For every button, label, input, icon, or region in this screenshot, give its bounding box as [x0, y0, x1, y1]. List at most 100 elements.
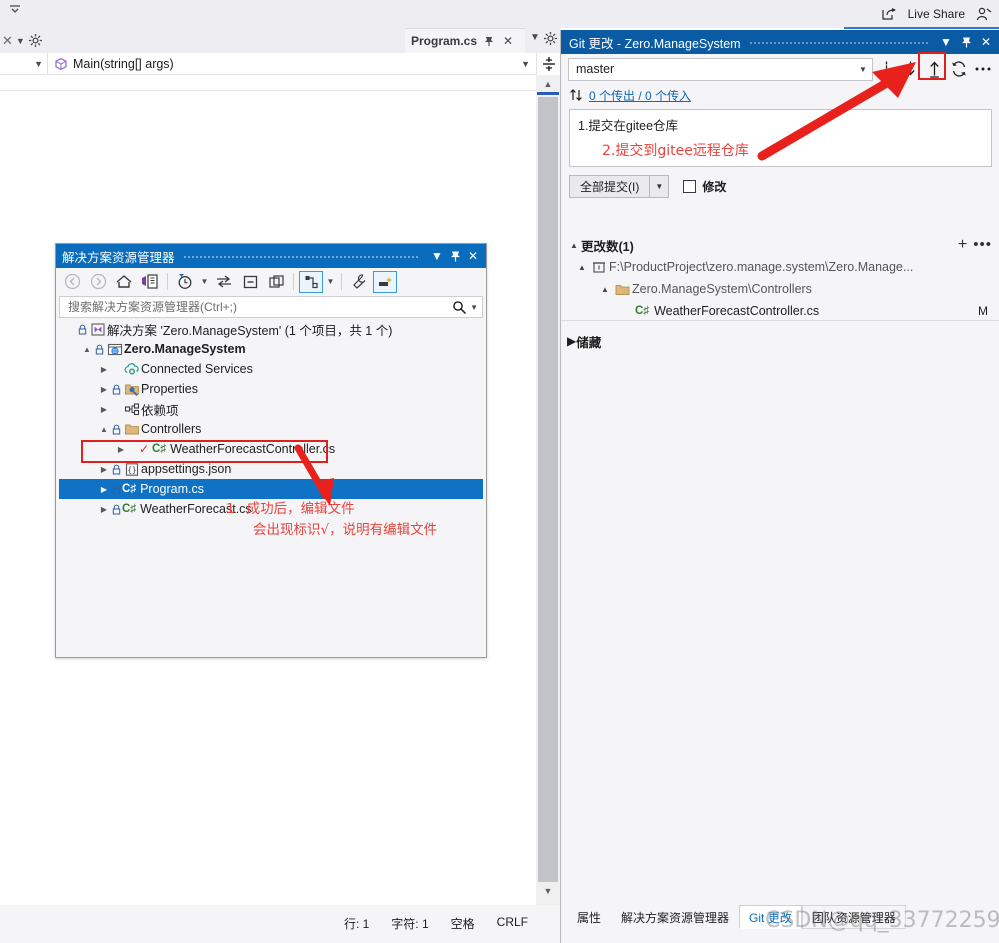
- switch-views-icon[interactable]: [212, 271, 236, 293]
- pin-icon[interactable]: [446, 245, 464, 267]
- tool-window-tab-0[interactable]: 属性: [567, 905, 611, 929]
- forward-icon[interactable]: [86, 271, 110, 293]
- close-icon[interactable]: ✕: [2, 33, 13, 49]
- tree-item-weatherforecastcontroller-cs[interactable]: ▶ ✓ C♯ WeatherForecastController.cs: [59, 439, 483, 459]
- close-icon[interactable]: ✕: [464, 245, 482, 267]
- tree-item-label: Connected Services: [141, 362, 253, 376]
- tree-item-controllers[interactable]: ▲ Controllers: [59, 419, 483, 439]
- editor-split-button[interactable]: [536, 53, 560, 75]
- status-spaces[interactable]: 空格: [451, 915, 475, 932]
- status-eol[interactable]: CRLF: [497, 915, 528, 932]
- gear-icon[interactable]: [28, 33, 43, 48]
- scrollbar-thumb[interactable]: [538, 97, 558, 882]
- pin-icon[interactable]: [956, 31, 976, 53]
- csdn-watermark: CSDN@qq_33772259: [765, 908, 999, 933]
- properties-folder-icon: [122, 382, 141, 397]
- folder-path-row[interactable]: ▲ Zero.ManageSystem\Controllers: [598, 278, 999, 300]
- scroll-up-arrow-icon[interactable]: ▲: [536, 75, 560, 93]
- tool-window-tab-1[interactable]: 解决方案资源管理器: [611, 905, 739, 929]
- sync-glyph: [951, 61, 966, 77]
- tree-item--[interactable]: ▶ 依赖项: [59, 399, 483, 419]
- windows-glyph: [268, 274, 284, 288]
- add-icon[interactable]: +: [958, 237, 967, 253]
- amend-checkbox-group[interactable]: 修改: [683, 178, 726, 195]
- show-all-files-icon[interactable]: [299, 270, 323, 293]
- window-menu-chevron-icon[interactable]: ▼: [936, 31, 956, 53]
- back-icon[interactable]: [60, 271, 84, 293]
- live-share-group[interactable]: Live Share: [882, 0, 993, 28]
- tree-item-appsettings-json[interactable]: ▶ {} appsettings.json: [59, 459, 483, 479]
- home-icon[interactable]: [112, 271, 136, 293]
- expander-expand-icon[interactable]: ▶: [567, 334, 576, 348]
- sync-icon[interactable]: [948, 57, 970, 81]
- tab-settings-gear-icon[interactable]: [543, 31, 559, 47]
- expander-expand-icon[interactable]: ▶: [114, 445, 128, 454]
- add-person-icon[interactable]: [975, 7, 993, 22]
- tree-item-properties[interactable]: ▶ Properties: [59, 379, 483, 399]
- search-icon[interactable]: [452, 300, 467, 315]
- scroll-down-arrow-icon[interactable]: ▼: [536, 882, 560, 900]
- csharp-icon: C♯: [122, 503, 137, 515]
- close-icon[interactable]: ✕: [501, 34, 515, 48]
- search-input[interactable]: [66, 299, 453, 315]
- scrollbar-position-marker: [537, 92, 559, 95]
- member-dropdown[interactable]: Main(string[] args) ▼: [48, 53, 536, 74]
- tree-item--zero-managesystem-1-1-[interactable]: 解决方案 'Zero.ManageSystem' (1 个项目，共 1 个): [59, 319, 483, 339]
- repository-icon: [589, 260, 609, 274]
- collapse-all-icon[interactable]: [238, 271, 262, 293]
- solution-explorer-window: 解决方案资源管理器 ▼ ✕ ▼ ▼ 搜索解决方案资源管理器(Ctrl+;) ▼ …: [55, 243, 487, 658]
- git-changes-title: Git 更改 - Zero.ManageSystem: [569, 36, 741, 51]
- more-options-icon[interactable]: •••: [973, 237, 992, 252]
- tree-item-label: 依赖项: [141, 403, 179, 418]
- expander-collapse-icon[interactable]: ▲: [567, 241, 581, 250]
- solution-explorer-search[interactable]: ▼: [59, 296, 483, 318]
- properties-window-icon[interactable]: [264, 271, 288, 293]
- pin-icon[interactable]: [482, 34, 496, 48]
- toolbar-separator: [293, 273, 294, 290]
- repo-path-row[interactable]: ▲ F:\ProductProject\zero.manage.system\Z…: [575, 256, 999, 278]
- preview-selected-items-icon[interactable]: [373, 270, 397, 293]
- expander-collapse-icon[interactable]: ▲: [97, 425, 111, 434]
- pending-changes-icon[interactable]: [173, 271, 197, 293]
- type-dropdown[interactable]: ▼: [0, 53, 48, 74]
- titlebar-drag-dots: [182, 244, 420, 268]
- expander-expand-icon[interactable]: ▶: [97, 485, 111, 494]
- home-glyph: [116, 275, 132, 288]
- menu-overflow-chevron-icon[interactable]: [8, 4, 26, 22]
- expander-expand-icon[interactable]: ▶: [97, 405, 111, 414]
- tree-item-connected-services[interactable]: ▶ Connected Services: [59, 359, 483, 379]
- stash-section-header[interactable]: ▶ 储藏: [561, 330, 999, 352]
- show-all-files-glyph: [305, 275, 318, 288]
- forward-glyph: [90, 273, 106, 290]
- solution-explorer-toolbar: ▼ ▼: [56, 268, 486, 295]
- more-options-icon[interactable]: [972, 57, 994, 81]
- chevron-down-icon[interactable]: ▼: [199, 277, 210, 286]
- chevron-down-icon[interactable]: ▼: [16, 36, 25, 46]
- solution-explorer-title: 解决方案资源管理器: [62, 250, 175, 265]
- dock-tab-strip[interactable]: ✕ ▼: [0, 28, 48, 53]
- outgoing-incoming-link[interactable]: 0 个传出 / 0 个传入: [589, 87, 691, 104]
- close-icon[interactable]: ✕: [976, 31, 996, 53]
- chevron-down-icon[interactable]: ▼: [325, 277, 336, 286]
- expander-expand-icon[interactable]: ▶: [97, 465, 111, 474]
- tree-item-zero-managesystem[interactable]: ▲ Zero.ManageSystem: [59, 339, 483, 359]
- expander-expand-icon[interactable]: ▶: [97, 385, 111, 394]
- expander-expand-icon[interactable]: ▶: [97, 505, 111, 514]
- changes-section-header[interactable]: ▲ 更改数(1) + •••: [561, 234, 999, 256]
- expander-collapse-icon[interactable]: ▲: [80, 345, 94, 354]
- commit-all-dropdown-chevron-icon[interactable]: ▼: [650, 174, 670, 198]
- changed-file-row[interactable]: C♯ WeatherForecastController.cs M: [621, 300, 999, 322]
- commit-all-button[interactable]: 全部提交(I): [569, 174, 651, 198]
- expander-expand-icon[interactable]: ▶: [97, 365, 111, 374]
- properties-icon[interactable]: [347, 271, 371, 293]
- search-options-chevron-icon[interactable]: ▼: [470, 303, 478, 312]
- tree-item-program-cs[interactable]: ▶ C♯ Program.cs: [59, 479, 483, 499]
- editor-tab-program-cs[interactable]: Program.cs ✕: [405, 28, 525, 53]
- expander-collapse-icon[interactable]: ▲: [598, 285, 612, 294]
- expander-collapse-icon[interactable]: ▲: [575, 263, 589, 272]
- window-menu-chevron-icon[interactable]: ▼: [428, 245, 446, 267]
- sync-with-active-document-icon[interactable]: [138, 271, 162, 293]
- amend-checkbox[interactable]: [683, 179, 697, 193]
- tab-overflow-chevron-icon[interactable]: ▼: [528, 32, 542, 48]
- solution-tree[interactable]: 解决方案 'Zero.ManageSystem' (1 个项目，共 1 个) ▲ Z…: [59, 319, 483, 654]
